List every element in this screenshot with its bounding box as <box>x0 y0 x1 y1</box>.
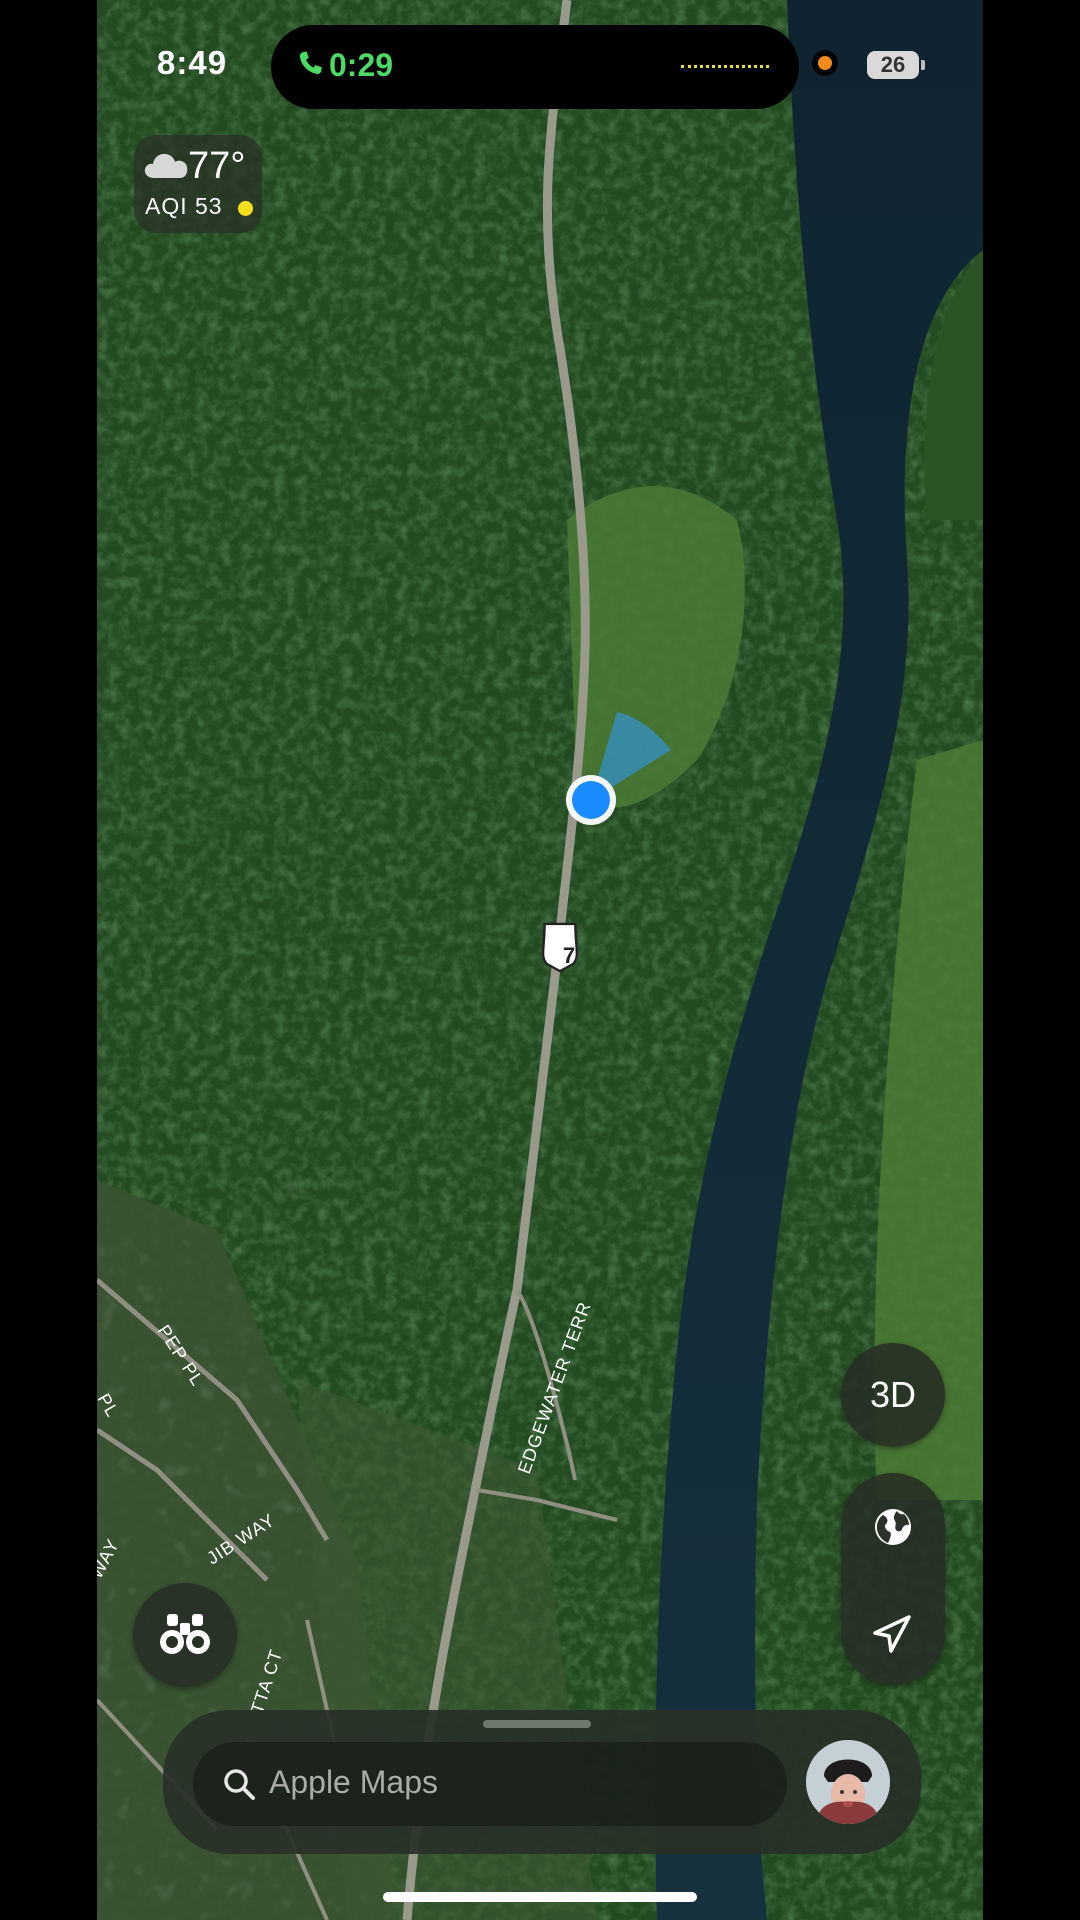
home-indicator[interactable] <box>383 1892 697 1902</box>
search-sheet[interactable]: Apple Maps <box>163 1710 921 1854</box>
look-around-button[interactable] <box>133 1583 237 1687</box>
phone-icon <box>299 51 322 74</box>
recording-indicator <box>818 56 832 70</box>
audio-waveform <box>681 65 769 68</box>
profile-avatar[interactable] <box>806 1740 890 1824</box>
avatar-image <box>806 1740 890 1824</box>
map-controls-stack <box>841 1473 945 1685</box>
dynamic-island-call[interactable]: 0:29 <box>271 25 799 109</box>
sheet-grabber[interactable] <box>483 1720 591 1728</box>
route-shield-number: 7 <box>563 943 575 968</box>
globe-icon[interactable] <box>871 1505 915 1549</box>
maps-screen: EDGEWATER TERR PEP PL JIB WAY PL WAY TTA… <box>97 0 983 1920</box>
aqi-indicator <box>238 201 253 216</box>
temperature: 77° <box>188 145 246 187</box>
binoculars-icon <box>160 1614 210 1654</box>
aqi-label: AQI 53 <box>145 193 223 219</box>
battery-tip <box>921 60 925 70</box>
search-placeholder: Apple Maps <box>269 1764 438 1800</box>
magnifier-icon <box>224 1769 255 1800</box>
cloud-icon <box>144 153 188 178</box>
3d-view-button[interactable]: 3D <box>841 1343 945 1447</box>
route-7-shield[interactable]: 7 <box>541 922 578 973</box>
location-arrow-icon[interactable] <box>871 1611 915 1655</box>
battery-indicator: 26 <box>867 51 919 79</box>
weather-widget[interactable]: 77° AQI 53 <box>134 135 262 233</box>
status-time: 8:49 <box>157 44 228 81</box>
call-duration: 0:29 <box>329 47 394 83</box>
search-field[interactable]: Apple Maps <box>193 1742 787 1826</box>
